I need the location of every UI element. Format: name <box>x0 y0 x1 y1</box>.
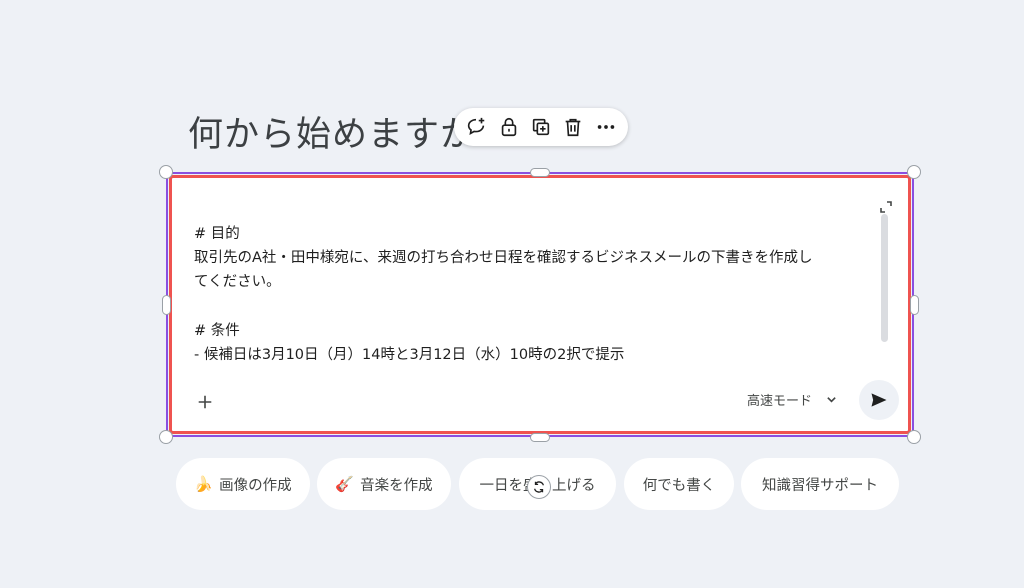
banana-icon: 🍌 <box>194 475 214 493</box>
page-heading: 何から始めますか <box>188 115 477 155</box>
chip-label: 音楽を作成 <box>360 477 433 494</box>
resize-handle-left[interactable] <box>162 295 171 315</box>
expand-icon[interactable] <box>879 199 893 213</box>
chip-label: 何でも書く <box>642 477 716 494</box>
mode-label: 高速モード <box>747 394 813 409</box>
resize-handle-bottom-right[interactable] <box>907 430 921 444</box>
rotate-handle[interactable] <box>527 475 551 499</box>
chip-learning-support[interactable]: 知識習得サポート <box>741 458 899 510</box>
chip-write-anything[interactable]: 何でも書く <box>624 458 734 510</box>
chip-label: 知識習得サポート <box>762 477 878 494</box>
prompt-line: てください。 <box>194 274 281 291</box>
delete-icon[interactable] <box>560 114 586 140</box>
resize-handle-top-left[interactable] <box>159 165 173 179</box>
chip-create-image[interactable]: 🍌 画像の作成 <box>176 458 310 510</box>
chevron-down-icon <box>827 397 836 403</box>
prompt-line: # 条件 <box>194 322 240 339</box>
prompt-textarea[interactable]: # 目的 取引先のA社・田中様宛に、来週の打ち合わせ日程を確認するビジネスメール… <box>194 222 864 367</box>
resize-handle-right[interactable] <box>910 295 919 315</box>
prompt-line: 取引先のA社・田中様宛に、来週の打ち合わせ日程を確認するビジネスメールの下書きを… <box>194 250 813 267</box>
mode-selector[interactable]: 高速モード <box>747 390 837 409</box>
add-attachment-button[interactable] <box>192 389 218 415</box>
prompt-line: # 目的 <box>194 226 240 242</box>
resize-handle-top[interactable] <box>530 168 550 177</box>
chip-label: 画像の作成 <box>219 477 292 494</box>
rotate-icon <box>533 481 545 493</box>
scrollbar[interactable] <box>881 214 888 342</box>
send-icon <box>871 393 887 407</box>
prompt-line: - 候補日は3月10日（月）14時と3月12日（水）10時の2択で提示 <box>194 347 625 363</box>
chip-create-music[interactable]: 🎸 音楽を作成 <box>317 458 451 510</box>
element-toolbar <box>454 108 628 146</box>
resize-handle-bottom-left[interactable] <box>159 430 173 444</box>
lock-icon[interactable] <box>496 114 522 140</box>
prompt-input-card[interactable]: # 目的 取引先のA社・田中様宛に、来週の打ち合わせ日程を確認するビジネスメール… <box>169 175 911 434</box>
comment-add-icon[interactable] <box>463 114 489 140</box>
resize-handle-bottom[interactable] <box>530 433 550 442</box>
send-button[interactable] <box>859 380 899 420</box>
plus-icon <box>198 395 212 409</box>
more-icon[interactable] <box>593 114 619 140</box>
duplicate-icon[interactable] <box>528 114 554 140</box>
prompt-line <box>194 295 864 319</box>
guitar-icon: 🎸 <box>335 475 355 493</box>
resize-handle-top-right[interactable] <box>907 165 921 179</box>
